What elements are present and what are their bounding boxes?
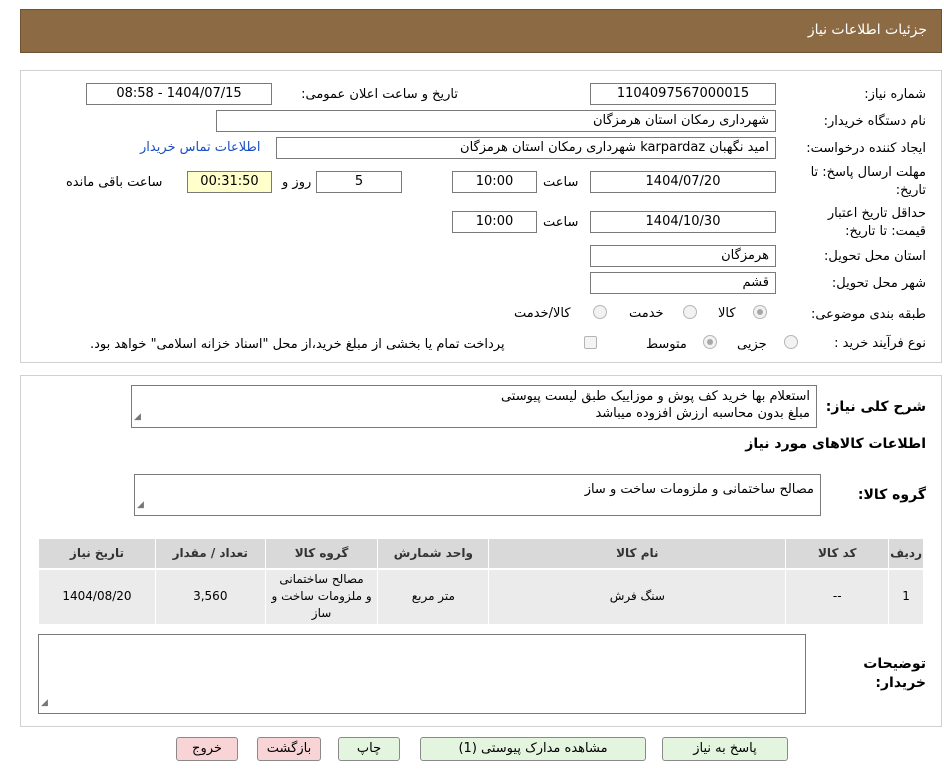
province-label: استان محل تحویل: — [824, 249, 926, 264]
process-radio-small[interactable] — [784, 335, 798, 349]
process-medium-label: متوسط — [646, 337, 687, 352]
col-header-name: نام کالا — [488, 538, 787, 570]
announce-date-field: 1404/07/15 - 08:58 — [86, 83, 272, 105]
buyer-notes-textarea[interactable]: ◢ — [38, 634, 806, 714]
city-field: قشم — [590, 272, 776, 294]
category-label: طبقه بندی موضوعی: — [810, 307, 926, 322]
category-goods-service-label: کالا/خدمت — [514, 306, 571, 321]
col-header-quantity: تعداد / مقدار — [154, 538, 266, 570]
city-label: شهر محل تحویل: — [831, 276, 926, 291]
print-button[interactable]: چاپ — [338, 737, 400, 761]
cell-group-line-1: مصالح ساختمانی — [279, 572, 364, 587]
cell-date: 1404/08/20 — [38, 568, 156, 625]
process-small-label: جزیی — [737, 337, 767, 352]
deadline-time-field: 10:00 — [452, 171, 537, 193]
creator-field: امید نگهبان karpardaz شهرداری رمکان استا… — [276, 137, 776, 159]
resize-grip-icon: ◢ — [137, 500, 144, 510]
resize-grip-icon: ◢ — [134, 412, 141, 422]
validity-date-field: 1404/10/30 — [590, 211, 776, 233]
back-button[interactable]: بازگشت — [257, 737, 321, 761]
goods-group-label: گروه کالا: — [857, 487, 926, 503]
view-attachments-button[interactable]: مشاهده مدارک پیوستی (1) — [420, 737, 646, 761]
need-number-label: شماره نیاز: — [864, 87, 926, 102]
validity-label: حداقل تاریخ اعتبار — [827, 206, 926, 221]
deadline-date-field: 1404/07/20 — [590, 171, 776, 193]
validity-time-label: ساعت — [543, 215, 579, 230]
buyer-org-label: نام دستگاه خریدار: — [823, 114, 926, 129]
treasury-bonds-checkbox[interactable] — [584, 336, 597, 349]
page-header: جزئیات اطلاعات نیاز — [20, 9, 942, 53]
cell-group-line-2: و ملزومات ساخت و — [271, 589, 372, 604]
table-header-row: ردیف کد کالا نام کالا واحد شمارش گروه کا… — [38, 538, 924, 570]
summary-label: شرح کلی نیاز: — [825, 399, 926, 415]
category-goods-label: کالا — [718, 306, 736, 321]
buyer-notes-label: توضیحات — [863, 656, 926, 672]
cell-row-number: 1 — [888, 568, 924, 625]
summary-textarea[interactable]: استعلام بها خرید کف پوش و موزاییک طبق لی… — [131, 385, 817, 428]
cell-quantity: 3,560 — [154, 568, 266, 625]
remaining-time-label: ساعت باقی مانده — [66, 175, 163, 190]
summary-line-1: استعلام بها خرید کف پوش و موزاییک طبق لی… — [500, 389, 810, 404]
col-header-code: کد کالا — [785, 538, 890, 570]
goods-table: ردیف کد کالا نام کالا واحد شمارش گروه کا… — [38, 538, 924, 625]
cell-group-line-3: ساز — [311, 606, 332, 621]
province-field: هرمزگان — [590, 245, 776, 267]
validity-time-field: 10:00 — [452, 211, 537, 233]
resize-grip-icon: ◢ — [41, 698, 48, 708]
category-radio-goods-service[interactable] — [593, 305, 607, 319]
reply-button[interactable]: پاسخ به نیاز — [662, 737, 788, 761]
days-remaining-field: 5 — [316, 171, 402, 193]
summary-line-2: مبلغ بدون محاسبه ارزش افزوده میباشد — [595, 406, 810, 421]
buyer-contact-link[interactable]: اطلاعات تماس خریدار — [140, 140, 260, 155]
remaining-time-field: 00:31:50 — [187, 171, 272, 193]
category-radio-service[interactable] — [683, 305, 697, 319]
category-radio-goods[interactable] — [753, 305, 767, 319]
category-service-label: خدمت — [629, 306, 664, 321]
goods-group-textarea[interactable]: مصالح ساختمانی و ملزومات ساخت و ساز ◢ — [134, 474, 821, 516]
cell-code: -- — [785, 568, 890, 625]
page-title: جزئیات اطلاعات نیاز — [807, 22, 927, 38]
col-header-date: تاریخ نیاز — [38, 538, 156, 570]
col-header-row-number: ردیف — [888, 538, 924, 570]
validity-label-2: قیمت: تا تاریخ: — [845, 224, 926, 239]
treasury-bonds-note: پرداخت تمام یا بخشی از مبلغ خرید،از محل … — [90, 337, 505, 352]
deadline-label: مهلت ارسال پاسخ: تا — [810, 165, 926, 180]
days-label: روز و — [282, 175, 312, 190]
buyer-org-field: شهرداری رمکان استان هرمزگان — [216, 110, 776, 132]
col-header-group: گروه کالا — [264, 538, 379, 570]
col-header-unit: واحد شمارش — [377, 538, 490, 570]
creator-label: ایجاد کننده درخواست: — [806, 141, 926, 156]
exit-button[interactable]: خروج — [176, 737, 238, 761]
announce-date-label: تاریخ و ساعت اعلان عمومی: — [301, 87, 458, 102]
deadline-label-2: تاریخ: — [895, 183, 926, 198]
process-type-label: نوع فرآیند خرید : — [834, 336, 926, 351]
need-number-field: 1104097567000015 — [590, 83, 776, 105]
buyer-notes-label-2: خریدار: — [875, 675, 926, 691]
process-radio-medium[interactable] — [703, 335, 717, 349]
goods-group-value: مصالح ساختمانی و ملزومات ساخت و ساز — [584, 482, 814, 497]
goods-info-title: اطلاعات کالاهای مورد نیاز — [745, 436, 926, 452]
cell-name: سنگ فرش — [488, 568, 787, 625]
table-row: 1 -- سنگ فرش متر مربع مصالح ساختمانی و م… — [38, 568, 924, 625]
cell-group: مصالح ساختمانی و ملزومات ساخت و ساز — [264, 568, 379, 625]
cell-unit: متر مربع — [377, 568, 490, 625]
deadline-time-label: ساعت — [543, 175, 579, 190]
